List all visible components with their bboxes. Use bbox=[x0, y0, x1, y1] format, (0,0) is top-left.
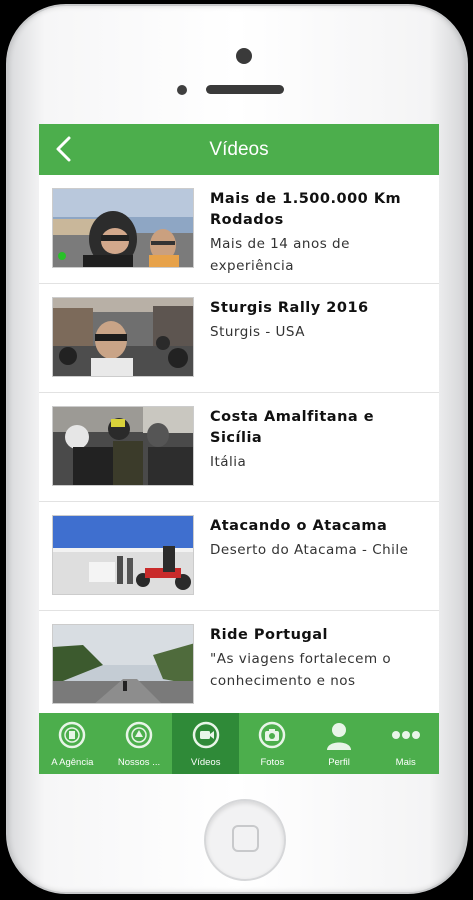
video-thumbnail bbox=[52, 515, 194, 595]
page-title: Vídeos bbox=[209, 138, 269, 160]
tab-our-trips[interactable]: Nossos ... bbox=[106, 713, 173, 774]
front-camera bbox=[177, 85, 187, 95]
video-thumbnail bbox=[52, 624, 194, 704]
tab-label: Nossos ... bbox=[117, 757, 161, 768]
video-item[interactable]: Sturgis Rally 2016 Sturgis - USA bbox=[39, 284, 439, 393]
tab-label: Fotos bbox=[260, 757, 285, 768]
video-subtitle: Deserto do Atacama - Chile bbox=[210, 542, 409, 558]
video-subtitle: "As viagens fortalecem o conhecimento e … bbox=[210, 651, 392, 689]
agency-icon bbox=[59, 721, 86, 749]
video-item[interactable]: Costa Amalfitana e Sicília Itália bbox=[39, 393, 439, 502]
video-item[interactable]: Atacando o Atacama Deserto do Atacama - … bbox=[39, 502, 439, 611]
video-item[interactable]: Ride Portugal "As viagens fortalecem o c… bbox=[39, 611, 439, 713]
camera-icon bbox=[259, 721, 286, 749]
bottom-tab-bar: A Agência Nossos ... Vídeos Fotos Perfil… bbox=[39, 713, 439, 774]
tab-label: Vídeos bbox=[190, 757, 221, 768]
more-icon bbox=[391, 731, 420, 739]
tab-label: A Agência bbox=[51, 757, 94, 768]
video-subtitle: Sturgis - USA bbox=[210, 324, 305, 340]
tab-agency[interactable]: A Agência bbox=[39, 713, 106, 774]
tab-profile[interactable]: Perfil bbox=[306, 713, 373, 774]
front-sensor bbox=[236, 48, 252, 64]
video-item[interactable]: Mais de 1.500.000 Km Rodados Mais de 14 … bbox=[39, 175, 439, 284]
video-title: Mais de 1.500.000 Km Rodados bbox=[210, 191, 402, 228]
chevron-left-icon bbox=[56, 136, 71, 162]
video-thumbnail bbox=[52, 188, 194, 268]
our-trips-icon bbox=[125, 721, 153, 749]
home-square-icon bbox=[232, 825, 259, 852]
video-list: Mais de 1.500.000 Km Rodados Mais de 14 … bbox=[39, 175, 439, 713]
home-button[interactable] bbox=[204, 799, 286, 881]
video-subtitle: Mais de 14 anos de experiência bbox=[210, 236, 350, 274]
video-thumbnail bbox=[52, 406, 194, 486]
video-title: Costa Amalfitana e Sicília bbox=[210, 409, 375, 446]
video-thumbnail bbox=[52, 297, 194, 377]
earpiece-speaker bbox=[206, 85, 284, 94]
top-bar: Vídeos bbox=[39, 124, 439, 175]
profile-icon bbox=[327, 723, 352, 750]
tab-more[interactable]: Mais bbox=[372, 713, 439, 774]
back-button[interactable] bbox=[53, 135, 81, 163]
video-title: Sturgis Rally 2016 bbox=[210, 300, 369, 316]
video-icon bbox=[192, 721, 219, 749]
tab-label: Mais bbox=[395, 757, 416, 768]
app-screen: Vídeos Mais de 1.500.000 Km Rodados Mais… bbox=[39, 124, 439, 774]
tab-label: Perfil bbox=[328, 757, 350, 768]
tab-photos[interactable]: Fotos bbox=[239, 713, 306, 774]
video-title: Ride Portugal bbox=[210, 627, 329, 643]
video-subtitle: Itália bbox=[210, 454, 247, 470]
video-title: Atacando o Atacama bbox=[210, 518, 388, 534]
tab-videos[interactable]: Vídeos bbox=[172, 713, 240, 774]
